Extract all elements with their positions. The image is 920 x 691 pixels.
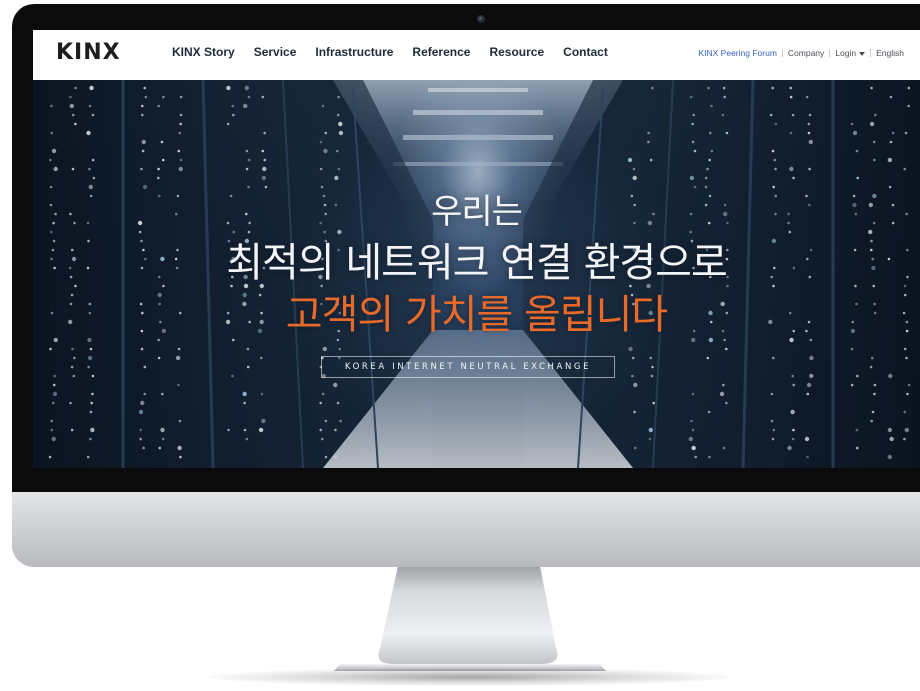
utility-nav: KINX Peering Forum Company Login English bbox=[698, 48, 904, 58]
hero-headline-line1: 우리는 bbox=[431, 192, 523, 232]
nav-item-kinx-story[interactable]: KINX Story bbox=[172, 45, 235, 59]
hero-headline-line2: 최적의 네트워크 연결 환경으로 bbox=[226, 240, 728, 286]
chevron-down-icon bbox=[859, 51, 866, 56]
divider bbox=[870, 49, 872, 57]
site-header: KINX KINX Story Service Infrastructure R… bbox=[33, 30, 920, 80]
login-dropdown[interactable]: Login bbox=[835, 48, 866, 58]
nav-item-reference[interactable]: Reference bbox=[412, 45, 470, 59]
divider bbox=[829, 49, 831, 57]
hero-tagline: KOREA INTERNET NEUTRAL EXCHANGE bbox=[321, 356, 615, 378]
nav-item-service[interactable]: Service bbox=[254, 45, 297, 59]
kinx-logo[interactable]: KINX bbox=[56, 40, 121, 65]
floor-shadow bbox=[210, 668, 730, 686]
hero-headline-line3: 고객의 가치를 올립니다 bbox=[285, 292, 668, 338]
hero-banner: 우리는 최적의 네트워크 연결 환경으로 고객의 가치를 올립니다 KOREA … bbox=[33, 80, 920, 468]
language-link[interactable]: English bbox=[876, 48, 904, 58]
peering-forum-link[interactable]: KINX Peering Forum bbox=[698, 48, 776, 58]
nav-item-resource[interactable]: Resource bbox=[489, 45, 544, 59]
company-link[interactable]: Company bbox=[788, 48, 824, 58]
screen: KINX KINX Story Service Infrastructure R… bbox=[33, 30, 920, 468]
login-label: Login bbox=[835, 48, 857, 58]
nav-item-infrastructure[interactable]: Infrastructure bbox=[315, 45, 393, 59]
main-nav: KINX Story Service Infrastructure Refere… bbox=[172, 45, 627, 59]
nav-item-contact[interactable]: Contact bbox=[563, 45, 608, 59]
monitor-chin bbox=[12, 492, 920, 567]
page: KINX KINX Story Service Infrastructure R… bbox=[0, 0, 920, 691]
camera-icon bbox=[477, 15, 485, 23]
divider bbox=[781, 49, 783, 57]
